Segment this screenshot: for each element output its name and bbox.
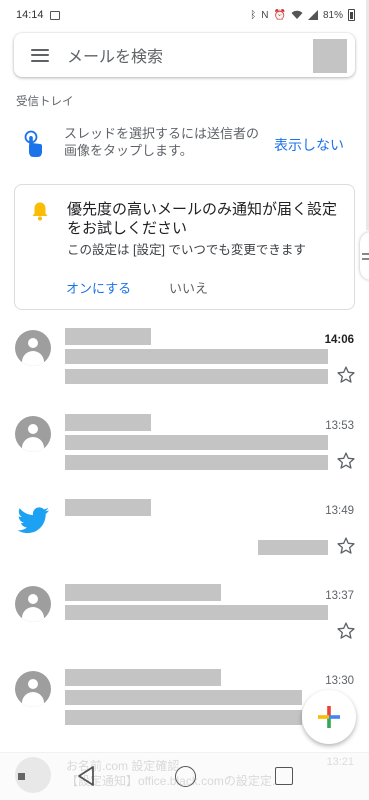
tip-dismiss-button[interactable]: 表示しない	[274, 135, 344, 155]
redacted-subject	[65, 605, 328, 620]
promo-subtitle: この設定は [設定] でいつでも変更できます	[67, 243, 306, 257]
inbox-label: 受信トレイ	[16, 96, 74, 108]
compose-plus-icon	[318, 706, 340, 728]
battery-icon	[348, 9, 355, 21]
system-nav-bar: お名前.com 設定確認 【設定通知】office.black.comの設定定.…	[0, 752, 369, 800]
redacted-subject	[65, 690, 302, 705]
star-icon[interactable]	[336, 365, 356, 385]
redacted-preview	[65, 369, 328, 384]
account-avatar[interactable]	[313, 39, 347, 73]
tip-row: スレッドを選択するには送信者の画像をタップします。 表示しない	[0, 118, 369, 172]
edge-panel-handle[interactable]	[360, 232, 369, 280]
decline-button[interactable]: いいえ	[169, 278, 208, 297]
bell-icon	[32, 202, 48, 221]
email-time: 13:49	[325, 505, 354, 517]
person-icon[interactable]	[15, 416, 51, 452]
hamburger-menu-icon[interactable]	[31, 48, 49, 62]
email-row[interactable]: 13:37	[0, 584, 369, 670]
search-bar[interactable]: メールを検索	[14, 33, 355, 77]
person-icon[interactable]	[15, 671, 51, 707]
notification-promo-card: 優先度の高いメールのみ通知が届く設定をお試しください この設定は [設定] でい…	[14, 184, 355, 310]
bluetooth-icon: ᛒ	[250, 9, 257, 21]
turn-on-button[interactable]: オンにする	[66, 278, 131, 297]
compose-button[interactable]	[302, 690, 356, 744]
email-time: 14:06	[324, 334, 354, 346]
email-time: 13:30	[325, 675, 354, 687]
promo-title: 優先度の高いメールのみ通知が届く設定をお試しください	[67, 201, 338, 237]
redacted-preview	[65, 455, 328, 470]
star-icon[interactable]	[336, 536, 356, 556]
alarm-icon: ⏰	[273, 9, 286, 21]
battery-percent: 81%	[322, 9, 343, 21]
signal-icon	[307, 10, 318, 20]
touch-tap-icon	[24, 130, 42, 157]
email-row[interactable]: 13:53	[0, 414, 369, 500]
search-input[interactable]: メールを検索	[67, 43, 163, 67]
redacted-preview	[65, 710, 302, 725]
nav-menu-dot-icon[interactable]	[18, 773, 25, 780]
wifi-icon	[291, 10, 303, 19]
email-row[interactable]: 14:06	[0, 328, 369, 414]
recent-apps-icon[interactable]	[275, 767, 293, 785]
redacted-sender	[65, 328, 151, 345]
twitter-icon[interactable]	[14, 501, 52, 539]
redacted-sender	[65, 584, 221, 601]
email-time: 13:53	[325, 420, 354, 432]
redacted-subject	[65, 435, 328, 450]
partial-email-time: 13:21	[326, 756, 354, 768]
redacted-sender	[65, 414, 151, 431]
redacted-preview	[258, 540, 328, 555]
status-time: 14:14	[16, 9, 44, 21]
person-icon[interactable]	[15, 330, 51, 366]
home-icon[interactable]	[175, 766, 196, 787]
tip-text: スレッドを選択するには送信者の画像をタップします。	[64, 126, 260, 158]
person-icon[interactable]	[15, 586, 51, 622]
partial-email-preview: 【設定通知】office.black.comの設定定...	[66, 774, 282, 788]
nfc-icon: N	[261, 9, 269, 21]
star-icon[interactable]	[336, 621, 356, 641]
redacted-sender	[65, 499, 151, 516]
redacted-sender	[65, 669, 221, 686]
email-time: 13:37	[325, 590, 354, 602]
email-row[interactable]: 13:49	[0, 499, 369, 585]
star-icon[interactable]	[336, 451, 356, 471]
status-indicators: ᛒ N ⏰ 81%	[250, 9, 355, 21]
status-bar: 14:14 ᛒ N ⏰ 81%	[0, 0, 369, 30]
gallery-notification-icon	[49, 10, 60, 20]
redacted-subject	[65, 349, 328, 364]
back-icon[interactable]	[76, 765, 96, 787]
